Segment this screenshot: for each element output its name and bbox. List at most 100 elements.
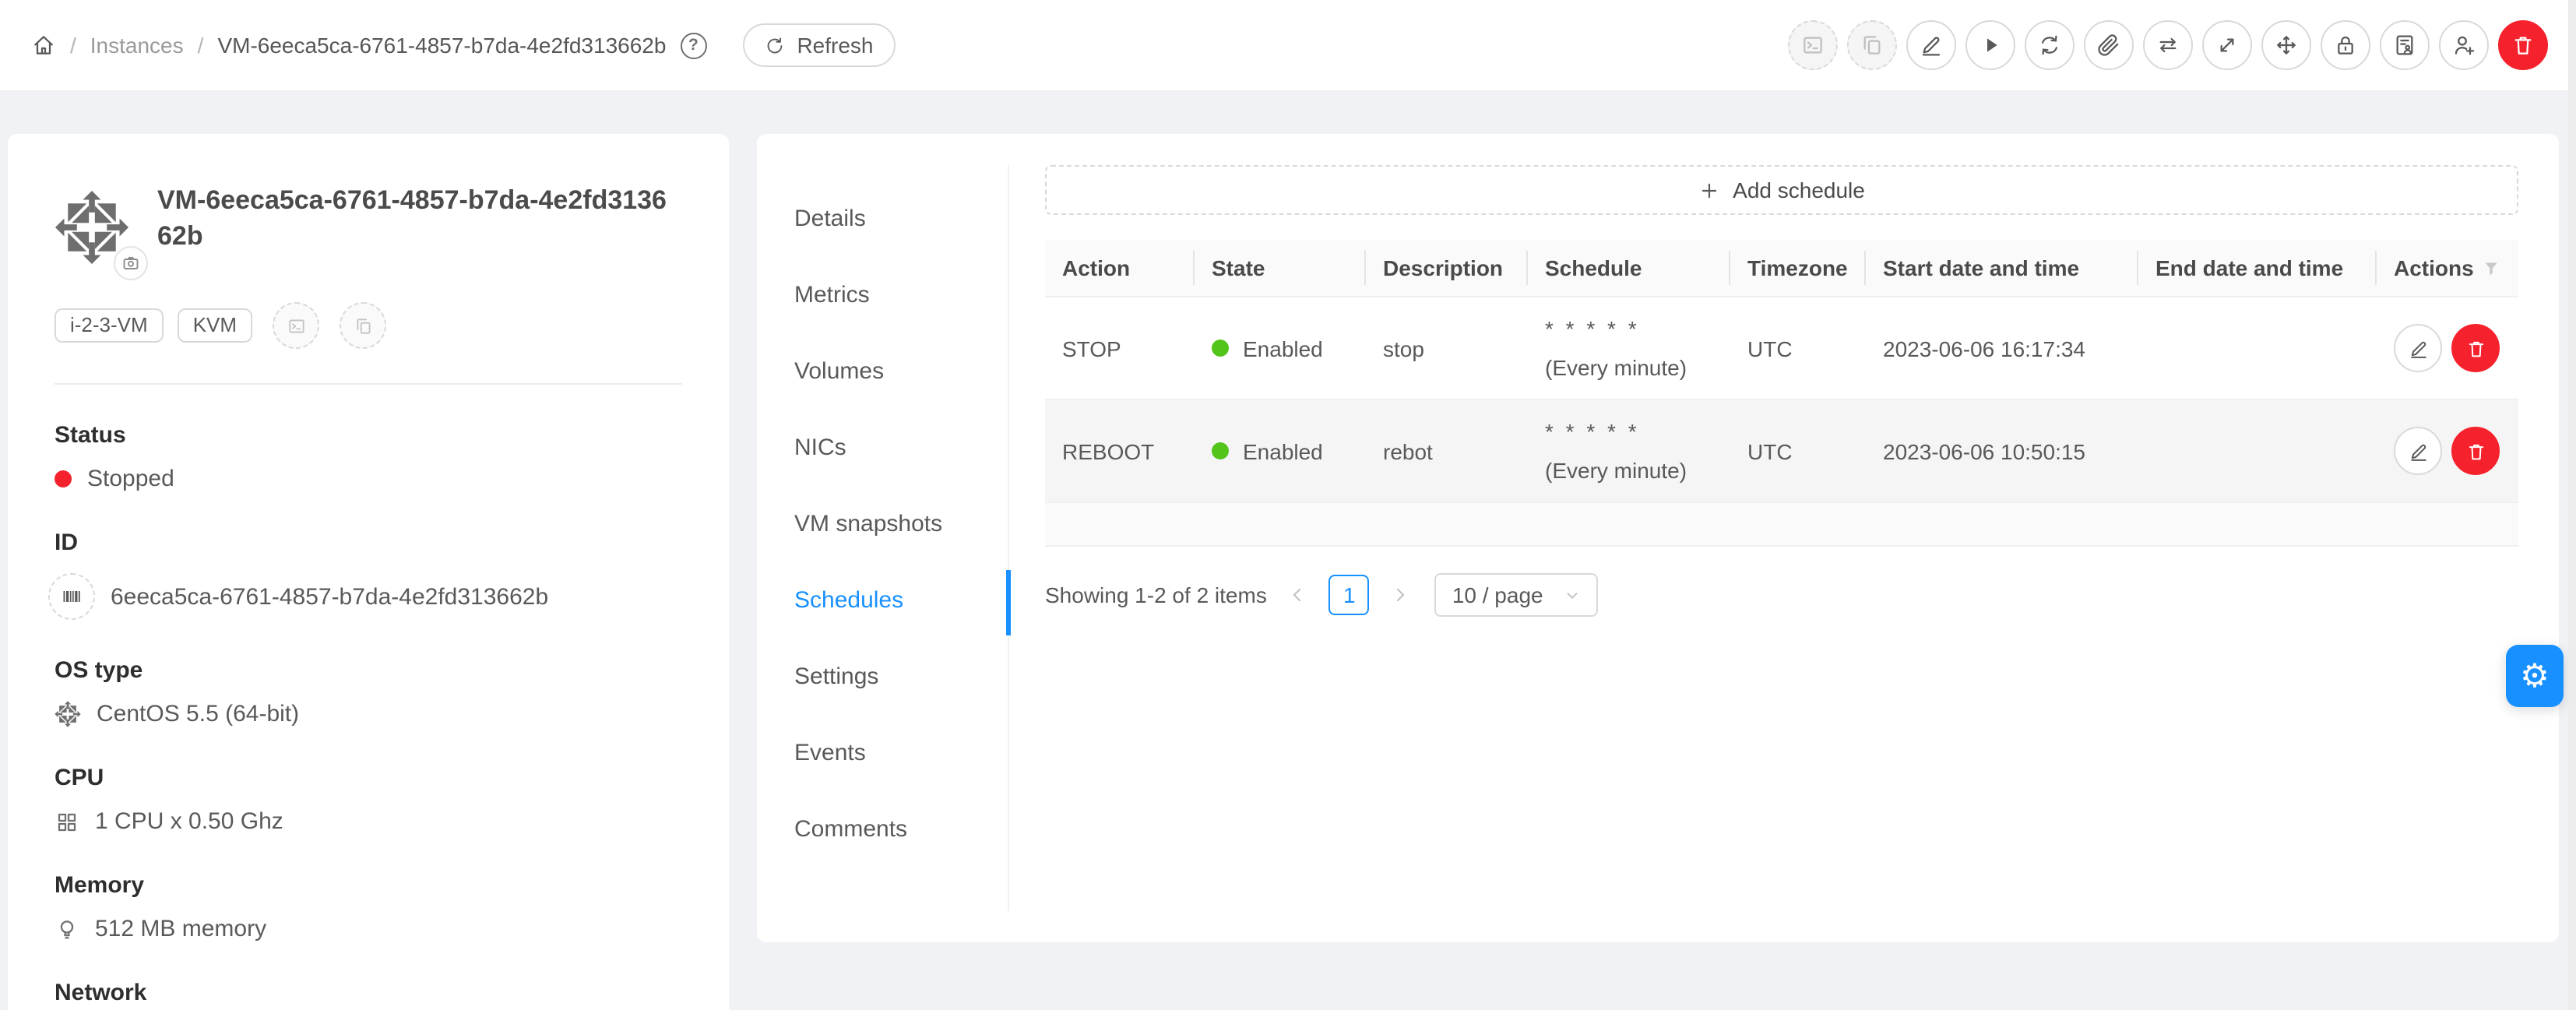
camera-icon[interactable] xyxy=(114,246,148,280)
cell-start: 2023-06-06 16:17:34 xyxy=(1866,297,2138,399)
refresh-label: Refresh xyxy=(797,33,873,58)
status-dot xyxy=(55,470,72,487)
cell-timezone: UTC xyxy=(1730,399,1866,502)
delete-icon[interactable] xyxy=(2498,20,2548,70)
gear-icon: ⚙ xyxy=(2520,656,2550,695)
filter-funnel-icon[interactable] xyxy=(2481,258,2501,278)
diagonal-arrows-icon[interactable] xyxy=(2202,20,2252,70)
table-row: REBOOT Enabled rebot * * * * * (Every xyxy=(1045,399,2518,502)
tab-metrics[interactable]: Metrics xyxy=(757,260,1008,330)
edit-icon[interactable] xyxy=(2394,427,2442,475)
reload-icon xyxy=(764,35,784,55)
tab-schedules[interactable]: Schedules xyxy=(757,565,1008,635)
vm-tab-nav: Details Metrics Volumes NICs VM snapshot… xyxy=(757,165,1009,911)
cell-end xyxy=(2138,399,2377,502)
col-state: State xyxy=(1195,240,1366,297)
vm-info-card: VM-6eeca5ca-6761-4857-b7da-4e2fd313662b … xyxy=(8,134,729,1010)
vm-tag: KVM xyxy=(178,308,252,343)
lock-icon[interactable] xyxy=(2321,20,2370,70)
section-label: Memory xyxy=(55,872,682,899)
cell-start: 2023-06-06 10:50:15 xyxy=(1866,399,2138,502)
cell-schedule-cron: * * * * * xyxy=(1545,316,1713,341)
table-header-row: Action State Description Schedule Timezo… xyxy=(1045,240,2518,297)
vm-tags: i-2-3-VM KVM xyxy=(55,302,682,349)
user-add-icon[interactable] xyxy=(2439,20,2489,70)
page-body: VM-6eeca5ca-6761-4857-b7da-4e2fd313662b … xyxy=(0,92,2576,1010)
section-status: Status Stopped xyxy=(55,422,682,492)
prev-page-icon[interactable] xyxy=(1281,575,1315,615)
divider xyxy=(55,383,682,385)
home-icon[interactable] xyxy=(31,33,56,58)
section-label: Network xyxy=(55,980,682,1006)
console-icon xyxy=(1788,20,1838,70)
help-icon[interactable]: ? xyxy=(680,32,706,58)
breadcrumb-instances[interactable]: Instances xyxy=(90,33,184,58)
page-size-select[interactable]: 10 / page xyxy=(1435,573,1598,617)
migrate-icon[interactable] xyxy=(2143,20,2193,70)
sync-icon[interactable] xyxy=(2025,20,2075,70)
page-size-value: 10 / page xyxy=(1452,582,1543,607)
section-label: CPU xyxy=(55,765,682,791)
top-header: / Instances / VM-6eeca5ca-6761-4857-b7da… xyxy=(0,0,2576,92)
cell-action: STOP xyxy=(1045,297,1195,399)
vm-os-logo xyxy=(55,190,129,265)
cell-end xyxy=(2138,297,2377,399)
tab-settings[interactable]: Settings xyxy=(757,642,1008,712)
edit-icon[interactable] xyxy=(1906,20,1956,70)
table-row: STOP Enabled stop * * * * * (Every min xyxy=(1045,297,2518,399)
delete-icon[interactable] xyxy=(2451,324,2500,372)
centos-icon xyxy=(55,701,81,727)
scrollbar[interactable] xyxy=(2568,0,2576,1010)
breadcrumb: / Instances / VM-6eeca5ca-6761-4857-b7da… xyxy=(31,23,896,67)
next-page-icon[interactable] xyxy=(1384,575,1418,615)
move-icon[interactable] xyxy=(2261,20,2311,70)
breadcrumb-separator: / xyxy=(70,33,76,58)
play-icon[interactable] xyxy=(1965,20,2015,70)
cell-state: Enabled xyxy=(1243,438,1323,463)
table-footer-row xyxy=(1045,502,2518,546)
section-label: ID xyxy=(55,530,682,556)
tab-comments[interactable]: Comments xyxy=(757,794,1008,864)
vm-id-value: 6eeca5ca-6761-4857-b7da-4e2fd313662b xyxy=(111,583,548,610)
col-actions: Actions xyxy=(2394,255,2474,280)
cell-schedule-hint: (Every minute) xyxy=(1545,355,1713,380)
cell-schedule-cron: * * * * * xyxy=(1545,419,1713,444)
tab-vm-snapshots[interactable]: VM snapshots xyxy=(757,489,1008,559)
col-timezone: Timezone xyxy=(1730,240,1866,297)
add-schedule-label: Add schedule xyxy=(1733,178,1865,202)
section-label: OS type xyxy=(55,657,682,684)
settings-drawer-button[interactable]: ⚙ xyxy=(2506,645,2564,707)
tab-volumes[interactable]: Volumes xyxy=(757,336,1008,406)
page-number-button[interactable]: 1 xyxy=(1329,575,1370,615)
copy-icon xyxy=(340,302,386,349)
edit-icon[interactable] xyxy=(2394,324,2442,372)
cell-timezone: UTC xyxy=(1730,297,1866,399)
pagination-summary: Showing 1-2 of 2 items xyxy=(1045,582,1267,607)
section-id: ID 6eeca5ca-6761-4857-b7da-4e2fd313662b xyxy=(55,530,682,620)
cell-description: rebot xyxy=(1366,399,1528,502)
delete-icon[interactable] xyxy=(2451,427,2500,475)
barcode-icon[interactable] xyxy=(48,573,95,620)
state-dot xyxy=(1212,340,1229,357)
tab-details[interactable]: Details xyxy=(757,184,1008,254)
cpu-value: 1 CPU x 0.50 Ghz xyxy=(95,808,283,835)
memory-value: 512 MB memory xyxy=(95,916,266,942)
pagination: Showing 1-2 of 2 items 1 10 / page xyxy=(1045,573,2518,617)
col-start: Start date and time xyxy=(1866,240,2138,297)
refresh-button[interactable]: Refresh xyxy=(742,23,895,67)
vm-tag: i-2-3-VM xyxy=(55,308,164,343)
vm-title: VM-6eeca5ca-6761-4857-b7da-4e2fd313662b xyxy=(157,184,671,265)
section-label: Status xyxy=(55,422,682,449)
section-memory: Memory 512 MB memory xyxy=(55,872,682,942)
tab-nics[interactable]: NICs xyxy=(757,413,1008,483)
tab-events[interactable]: Events xyxy=(757,718,1008,788)
os-type-value: CentOS 5.5 (64-bit) xyxy=(97,701,299,727)
paperclip-icon[interactable] xyxy=(2084,20,2134,70)
breadcrumb-current-vm: VM-6eeca5ca-6761-4857-b7da-4e2fd313662b xyxy=(217,33,666,58)
section-cpu: CPU 1 CPU x 0.50 Ghz xyxy=(55,765,682,835)
schedules-panel: Add schedule Action State Description Sc… xyxy=(1009,165,2518,911)
plus-icon xyxy=(1698,180,1719,200)
solution-icon[interactable] xyxy=(2380,20,2430,70)
add-schedule-button[interactable]: Add schedule xyxy=(1045,165,2518,215)
state-dot xyxy=(1212,442,1229,459)
